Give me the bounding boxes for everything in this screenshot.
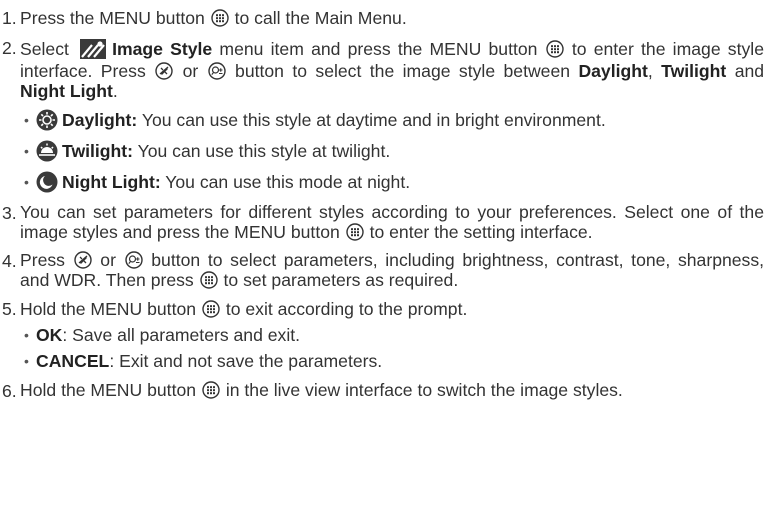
step-text: and [734, 61, 765, 81]
step-text: Press the MENU button [20, 8, 205, 28]
menu-button-icon [199, 271, 218, 289]
twilight-icon [36, 140, 58, 162]
bullet: • [24, 327, 29, 343]
style-name: Daylight: [62, 110, 138, 130]
style-name: Daylight [578, 61, 648, 81]
step-text: in the live view interface to switch the… [225, 380, 623, 400]
step-text: or [100, 250, 116, 270]
list-item: • OK: Save all parameters and exit. [24, 324, 766, 346]
step-2: 2. Select Image Style menu item and pres… [2, 38, 765, 101]
sun-icon [36, 109, 58, 131]
option-description: : Save all parameters and exit. [62, 325, 301, 345]
bullet: • [24, 143, 29, 159]
step-text: Hold the MENU button [20, 299, 197, 319]
bullet: • [24, 174, 29, 190]
menu-button-icon [202, 381, 220, 399]
style-name: Twilight [661, 61, 727, 81]
menu-button-icon [345, 223, 364, 241]
style-description: You can use this style at twilight. [137, 141, 391, 161]
step-text: to exit according to the prompt. [225, 299, 468, 319]
step-text: Select [20, 39, 69, 59]
list-item: • CANCEL: Exit and not save the paramete… [24, 350, 766, 372]
step-number: 4. [2, 251, 17, 271]
option-description: : Exit and not save the parameters. [109, 351, 383, 371]
menu-item-label: Image Style [112, 39, 213, 59]
prompt-options-list: • OK: Save all parameters and exit. • CA… [24, 324, 766, 372]
step-text: to call the Main Menu. [234, 8, 407, 28]
step-text: Press [20, 250, 65, 270]
punctuation: . [112, 81, 118, 101]
step-4: 4. Press or button to select parameters,… [2, 250, 766, 290]
style-name: Twilight: [62, 141, 134, 161]
bullet: • [24, 112, 29, 128]
step-3: 3. You can set parameters for different … [2, 202, 766, 242]
menu-button-icon [202, 300, 220, 318]
step-1: 1. Press the MENU button to call the Mai… [2, 7, 766, 29]
menu-button-icon [211, 9, 229, 27]
step-number: 1. [2, 8, 17, 28]
style-description: You can use this style at daytime and in… [141, 110, 606, 130]
list-item: • Twilight: You can use this style at tw… [24, 140, 766, 162]
step-text: to enter the setting interface. [369, 222, 593, 242]
menu-button-icon [545, 40, 564, 58]
step-6: 6. Hold the MENU button in the live view… [2, 380, 766, 402]
brightness-button-icon [73, 251, 92, 269]
zoom-button-icon [207, 62, 226, 80]
bullet: • [24, 353, 29, 369]
step-text: button to select the image style between [235, 61, 571, 81]
step-number: 6. [2, 381, 17, 401]
step-5: 5. Hold the MENU button to exit accordin… [2, 298, 766, 320]
style-list: • Daylight: You can use this style at da… [24, 109, 766, 193]
style-name: Night Light: [62, 172, 161, 192]
zoom-button-icon [124, 251, 143, 269]
style-name: Night Light [20, 81, 113, 101]
instruction-document: 1. Press the MENU button to call the Mai… [0, 0, 766, 402]
step-number: 5. [2, 299, 17, 319]
list-item: • Daylight: You can use this style at da… [24, 109, 766, 131]
step-text: to set parameters as required. [223, 270, 459, 290]
step-text: menu item and press the MENU button [219, 39, 538, 59]
step-text: or [182, 61, 199, 81]
option-name: CANCEL [36, 351, 110, 371]
step-number: 2. [2, 38, 17, 58]
brightness-button-icon [155, 62, 173, 80]
list-item: • Night Light: You can use this mode at … [24, 171, 766, 193]
step-text: Hold the MENU button [20, 380, 197, 400]
image-style-icon [80, 39, 107, 59]
moon-icon [36, 171, 58, 193]
step-number: 3. [2, 203, 17, 223]
style-description: You can use this mode at night. [165, 172, 411, 192]
option-name: OK [36, 325, 63, 345]
